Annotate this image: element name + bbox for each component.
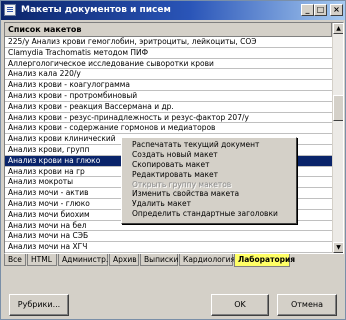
rubrics-button[interactable]: Рубрики... xyxy=(9,294,69,316)
list-header: Список макетов xyxy=(5,23,332,37)
list-item[interactable]: Анализ крови - коагулограмма xyxy=(5,80,332,91)
list-item[interactable]: 225/у Анализ крови гемоглобин, эритроцит… xyxy=(5,37,332,48)
menu-item: Открыть группу макетов xyxy=(132,179,232,189)
window-title: Макеты документов и писем xyxy=(21,5,171,15)
menu-item[interactable]: Редактировать макет xyxy=(122,170,296,180)
list-item[interactable]: Анализ крови - резус-принадлежность и ре… xyxy=(5,113,332,124)
list-item[interactable]: Анализ мочи на СЭБ xyxy=(5,231,332,243)
scroll-up-icon[interactable]: ▲ xyxy=(333,23,343,34)
context-menu: Распечатать текущий документ Создать новы… xyxy=(121,137,297,224)
menu-item[interactable]: Скопировать макет xyxy=(122,160,296,170)
tab-3[interactable]: Архив xyxy=(109,254,139,266)
tab-6[interactable]: Лаборатория xyxy=(234,254,295,267)
list-item[interactable]: Анализ крови - реакция Вассермана и др. xyxy=(5,102,332,113)
list-item[interactable]: Анализ кала 220/у xyxy=(5,69,332,81)
category-tabs: Все HTML Администр... Архив Выписки Кардиолог… xyxy=(4,254,344,267)
menu-item[interactable]: Удалить макет xyxy=(122,199,296,209)
cancel-button[interactable]: Отмена xyxy=(277,294,337,316)
scroll-down-icon[interactable]: ▼ xyxy=(333,242,343,253)
menu-item[interactable]: Создать новый макет xyxy=(122,150,296,160)
close-icon[interactable]: × xyxy=(330,4,343,16)
menu-item[interactable]: Распечатать текущий документ xyxy=(122,140,296,150)
dialog-window: Макеты документов и писем _ □ × Список м… xyxy=(0,0,346,320)
tab-0[interactable]: Все xyxy=(4,254,26,266)
menu-item[interactable]: Изменить свойства макета xyxy=(122,189,296,199)
tab-4[interactable]: Выписки xyxy=(140,254,178,266)
list-item[interactable]: Анализ мочи на ХГЧ xyxy=(5,242,332,253)
ok-button[interactable]: OK xyxy=(211,294,269,316)
list-item[interactable]: Анализ крови - содержание гормонов и мед… xyxy=(5,123,332,135)
list-item[interactable]: Clamydia Trachomatis методом ПИФ xyxy=(5,48,332,59)
title-bar[interactable]: Макеты документов и писем _ □ × xyxy=(1,1,345,20)
tab-2[interactable]: Администр... xyxy=(58,254,113,266)
tab-1[interactable]: HTML xyxy=(27,254,57,266)
document-icon xyxy=(4,4,16,16)
list-item[interactable]: Анализ крови - протромбиновый xyxy=(5,91,332,102)
minimize-icon[interactable]: _ xyxy=(301,4,314,16)
vertical-scrollbar[interactable]: ▲ ▼ xyxy=(332,23,343,253)
maximize-icon[interactable]: □ xyxy=(314,4,327,16)
menu-item[interactable]: Определить стандартные заголовки xyxy=(122,209,296,219)
scroll-thumb[interactable] xyxy=(333,95,343,121)
tab-5[interactable]: Кардиология xyxy=(179,254,235,266)
list-item[interactable]: Аллергологическое исследование сыворотки… xyxy=(5,59,332,70)
